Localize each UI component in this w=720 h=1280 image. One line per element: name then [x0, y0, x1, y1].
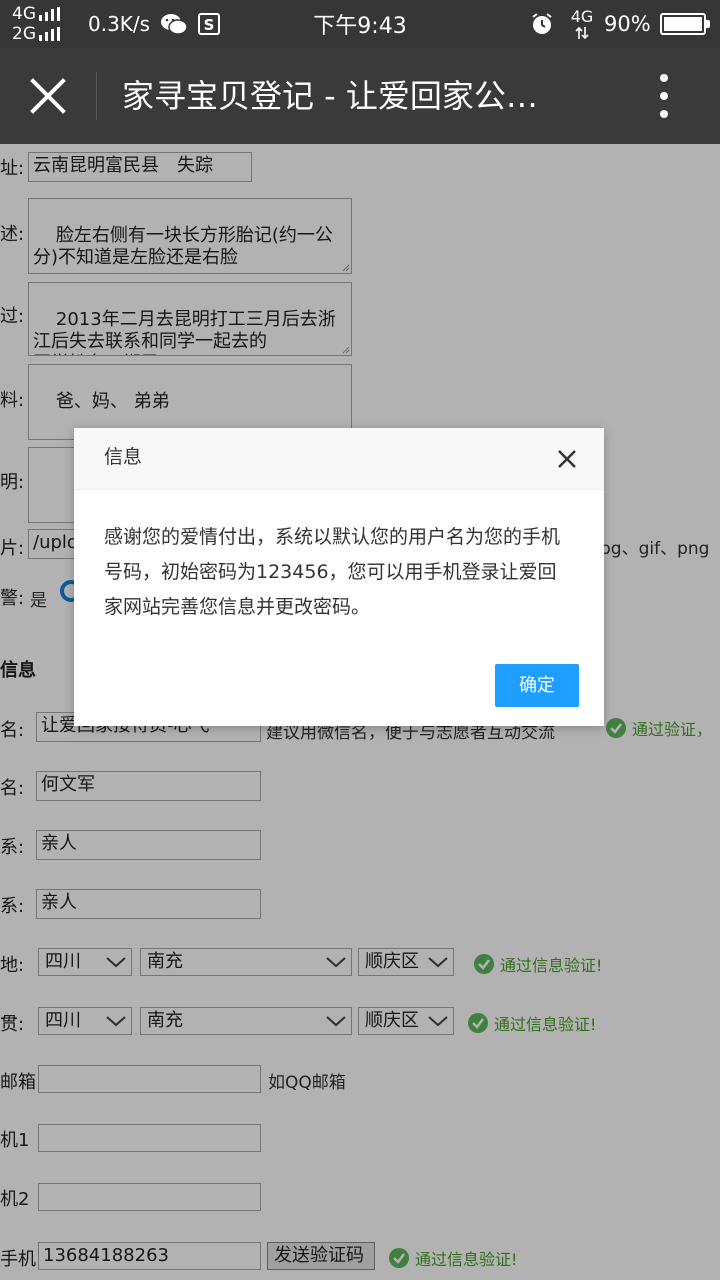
dialog-message: 感谢您的爱情付出，系统以默认您的用户名为您的手机号码，初始密码为123456，您… [104, 526, 561, 618]
confirm-button[interactable]: 确定 [495, 664, 579, 707]
battery-icon [660, 0, 710, 48]
battery-level [664, 17, 702, 31]
network-speed: 0.3K/s [88, 12, 151, 36]
status-bar: 4G 2G 0.3K/s S 下午9:43 4G 90% [0, 0, 720, 48]
title-divider [96, 72, 97, 120]
status-time: 下午9:43 [313, 14, 407, 39]
data-network: 4G [566, 0, 598, 48]
close-icon[interactable] [24, 72, 72, 120]
alarm-icon [530, 0, 556, 48]
s-icon: S [198, 0, 222, 48]
signal-icon-2 [39, 27, 63, 41]
close-icon[interactable] [556, 448, 578, 470]
battery-percent: 90% [604, 12, 651, 36]
title-bar: 家寻宝贝登记 - 让爱回家公… [0, 48, 720, 144]
wechat-icon [160, 0, 190, 48]
signal-icon [39, 7, 63, 21]
dialog-title: 信息 [104, 446, 143, 468]
data-network-label: 4G [570, 7, 594, 26]
svg-text:S: S [204, 16, 215, 34]
network-top: 4G [12, 4, 36, 24]
signal-group: 4G 2G [12, 0, 74, 48]
network-bottom: 2G [12, 24, 36, 44]
page-title: 家寻宝贝登记 - 让爱回家公… [122, 77, 538, 115]
data-arrows-icon [575, 26, 589, 40]
more-vert-icon[interactable] [644, 72, 684, 120]
info-dialog: 信息 感谢您的爱情付出，系统以默认您的用户名为您的手机号码，初始密码为12345… [74, 428, 604, 726]
dialog-header: 信息 [74, 428, 604, 490]
